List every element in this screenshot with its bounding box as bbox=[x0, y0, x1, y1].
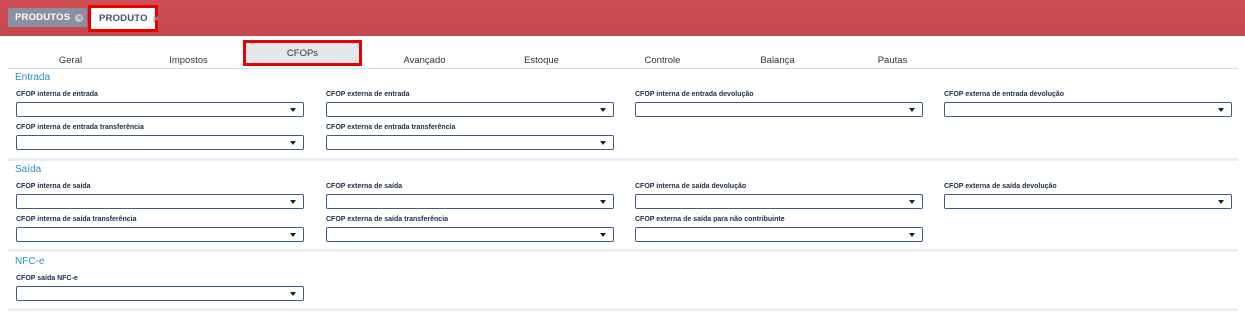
field-label: CFOP externa de entrada devolução bbox=[944, 91, 1065, 98]
tab-cfops[interactable]: CFOPs bbox=[243, 40, 362, 66]
field-label: CFOP saída NFC-e bbox=[16, 275, 78, 282]
chevron-down-icon bbox=[290, 292, 296, 296]
cfop-externa-saida-devolucao-select[interactable] bbox=[944, 194, 1232, 209]
tab-estoque[interactable]: Estoque bbox=[479, 52, 604, 68]
chevron-down-icon bbox=[909, 233, 915, 237]
chevron-down-icon bbox=[1218, 200, 1224, 204]
chevron-down-icon bbox=[600, 108, 606, 112]
cfop-interna-saida-transferencia-select[interactable] bbox=[16, 227, 304, 242]
top-tab-bar: PRODUTOS PRODUTO bbox=[0, 0, 1245, 36]
cfop-externa-saida-transferencia-select[interactable] bbox=[326, 227, 614, 242]
chevron-down-icon bbox=[1218, 108, 1224, 112]
close-icon[interactable] bbox=[152, 14, 155, 23]
field-label: CFOP interna de entrada transferência bbox=[16, 124, 144, 131]
chevron-down-icon bbox=[290, 108, 296, 112]
chevron-down-icon bbox=[290, 141, 296, 145]
field-label: CFOP externa de saída devolução bbox=[944, 183, 1057, 190]
tab-produtos-label: PRODUTOS bbox=[15, 12, 71, 23]
chevron-down-icon bbox=[600, 141, 606, 145]
field-label: CFOP externa de entrada bbox=[326, 91, 410, 98]
section-title-entrada: Entrada bbox=[15, 72, 51, 83]
cfop-interna-entrada-transferencia-select[interactable] bbox=[16, 135, 304, 150]
cfop-externa-saida-nao-contribuinte-select[interactable] bbox=[635, 227, 923, 242]
field-label: CFOP externa de saída transferência bbox=[326, 216, 449, 223]
cfop-interna-saida-select[interactable] bbox=[16, 194, 304, 209]
cfop-interna-saida-devolucao-select[interactable] bbox=[635, 194, 923, 209]
tab-produtos[interactable]: PRODUTOS bbox=[8, 8, 87, 27]
chevron-down-icon bbox=[909, 200, 915, 204]
section-divider bbox=[8, 308, 1238, 311]
tab-produto[interactable]: PRODUTO bbox=[88, 5, 158, 32]
tab-pautas[interactable]: Pautas bbox=[830, 52, 955, 68]
cfop-saida-nfce-select[interactable] bbox=[16, 286, 304, 301]
chevron-down-icon bbox=[290, 233, 296, 237]
field-label: CFOP interna de saída bbox=[16, 183, 91, 190]
close-icon[interactable] bbox=[75, 13, 84, 22]
field-label: CFOP interna de entrada devolução bbox=[635, 91, 754, 98]
section-tabs: Geral Impostos CFOPs Avançado Estoque Co… bbox=[8, 40, 1238, 69]
chevron-down-icon bbox=[600, 200, 606, 204]
section-divider bbox=[8, 249, 1238, 252]
cfop-externa-entrada-transferencia-select[interactable] bbox=[326, 135, 614, 150]
field-label: CFOP externa de saída para não contribui… bbox=[635, 216, 785, 223]
chevron-down-icon bbox=[600, 233, 606, 237]
section-divider bbox=[8, 158, 1238, 161]
tab-controle[interactable]: Controle bbox=[600, 52, 725, 68]
cfop-interna-entrada-select[interactable] bbox=[16, 102, 304, 117]
field-label: CFOP interna de entrada bbox=[16, 91, 98, 98]
cfop-externa-entrada-select[interactable] bbox=[326, 102, 614, 117]
cfop-externa-saida-select[interactable] bbox=[326, 194, 614, 209]
chevron-down-icon bbox=[909, 108, 915, 112]
tab-impostos[interactable]: Impostos bbox=[126, 52, 251, 68]
cfop-interna-entrada-devolucao-select[interactable] bbox=[635, 102, 923, 117]
section-title-nfce: NFC-e bbox=[15, 256, 45, 267]
field-label: CFOP interna de saída devolução bbox=[635, 183, 747, 190]
tab-produto-label: PRODUTO bbox=[99, 13, 148, 24]
tab-balanca[interactable]: Balança bbox=[715, 52, 840, 68]
field-label: CFOP externa de entrada transferência bbox=[326, 124, 456, 131]
tab-avancado[interactable]: Avançado bbox=[362, 52, 487, 68]
tab-geral[interactable]: Geral bbox=[8, 52, 133, 68]
cfop-externa-entrada-devolucao-select[interactable] bbox=[944, 102, 1232, 117]
section-title-saida: Saída bbox=[15, 164, 42, 175]
field-label: CFOP interna de saída transferência bbox=[16, 216, 137, 223]
field-label: CFOP externa de saída bbox=[326, 183, 403, 190]
chevron-down-icon bbox=[290, 200, 296, 204]
